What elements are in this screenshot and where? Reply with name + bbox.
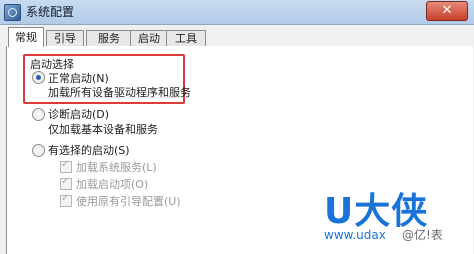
msconfig-app-icon: [4, 4, 21, 21]
use-original-boot-config-label: 使用原有引导配置(U): [76, 195, 181, 208]
window-title: 系统配置: [26, 5, 75, 19]
selective-startup-label[interactable]: 有选择的启动(S): [48, 142, 130, 158]
system-config-window: 系统配置 ✕ 常规 引导 服务 启动 工具 启动选择 正常启动(N) 加载所有设…: [0, 0, 474, 254]
close-button[interactable]: ✕: [426, 1, 468, 21]
load-startup-items-checkbox[interactable]: [60, 176, 72, 190]
load-startup-items-label: 加载启动项(O): [76, 178, 149, 191]
load-system-services-checkbox[interactable]: [60, 159, 72, 173]
diagnostic-startup-radio[interactable]: [32, 108, 45, 121]
tab-general[interactable]: 常规: [8, 27, 44, 47]
title-bar[interactable]: 系统配置 ✕: [0, 0, 474, 25]
normal-startup-radio[interactable]: [32, 71, 45, 84]
load-system-services-label: 加载系统服务(L): [76, 161, 157, 174]
diagnostic-startup-description: 仅加载基本设备和服务: [48, 123, 158, 136]
tab-strip: 常规 引导 服务 启动 工具: [6, 27, 468, 47]
tab-startup[interactable]: 启动: [130, 30, 168, 46]
tab-services[interactable]: 服务: [86, 30, 132, 46]
tab-tools[interactable]: 工具: [166, 30, 206, 46]
use-original-boot-config-checkbox[interactable]: [60, 193, 72, 207]
watermark-url: www.udax: [324, 228, 386, 242]
normal-startup-description: 加载所有设备驱动程序和服务: [48, 86, 191, 99]
diagnostic-startup-label[interactable]: 诊断启动(D): [48, 106, 109, 122]
selective-startup-radio[interactable]: [32, 144, 45, 157]
tab-boot[interactable]: 引导: [46, 30, 84, 46]
watermark-mark: @亿!表: [402, 228, 443, 242]
